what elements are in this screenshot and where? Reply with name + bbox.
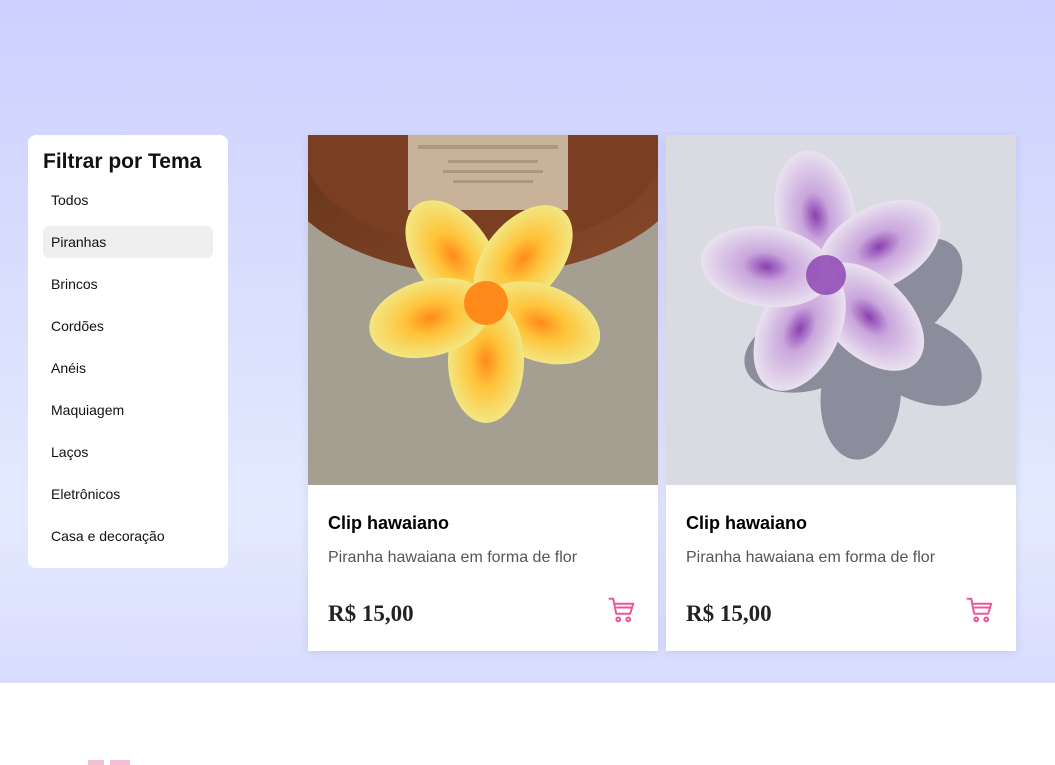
product-title: Clip hawaiano	[686, 513, 808, 533]
filter-item-aneis[interactable]: Anéis	[43, 352, 213, 384]
filter-item-brincos[interactable]: Brincos	[43, 268, 213, 300]
product-card[interactable]: Clip hawaiano Piranha hawaiana em forma …	[308, 135, 658, 651]
add-to-cart-button[interactable]	[606, 595, 638, 627]
product-card[interactable]: Clip hawaiano Piranha hawaiana em forma …	[666, 135, 1016, 651]
filter-item-todos[interactable]: Todos	[43, 184, 213, 216]
filter-item-lacos[interactable]: Laços	[43, 436, 213, 468]
product-price: R$ 15,00	[686, 601, 772, 626]
filter-sidebar: Filtrar por Tema Todos Piranhas Brincos …	[28, 135, 228, 568]
filter-item-casa-decoracao[interactable]: Casa e decoração	[43, 520, 213, 552]
add-to-cart-button[interactable]	[964, 595, 996, 627]
filter-item-maquiagem[interactable]: Maquiagem	[43, 394, 213, 426]
footer-logo	[88, 760, 130, 765]
product-title: Clip hawaiano	[328, 513, 450, 533]
product-description: Piranha hawaiana em forma de flor	[686, 549, 936, 566]
product-description: Piranha hawaiana em forma de flor	[328, 549, 578, 566]
filter-list: Todos Piranhas Brincos Cordões Anéis Maq…	[43, 184, 213, 552]
filter-item-cordoes[interactable]: Cordões	[43, 310, 213, 342]
shopping-cart-icon	[966, 597, 993, 623]
product-image[interactable]	[666, 135, 1016, 485]
product-image[interactable]	[308, 135, 658, 485]
product-price: R$ 15,00	[328, 601, 414, 626]
filter-item-eletronicos[interactable]: Eletrônicos	[43, 478, 213, 510]
filter-title: Filtrar por Tema	[43, 150, 202, 173]
shopping-cart-icon	[608, 597, 635, 623]
filter-item-piranhas[interactable]: Piranhas	[43, 226, 213, 258]
